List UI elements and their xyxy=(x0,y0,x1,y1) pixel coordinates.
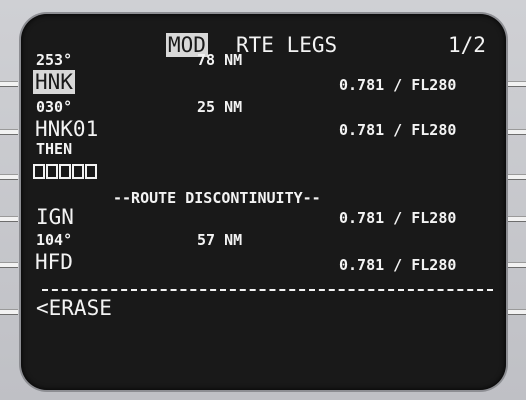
leg-1-speed-alt[interactable]: 0.781 / FL280 xyxy=(339,78,456,93)
entry-box xyxy=(46,164,58,179)
erase-button[interactable]: <ERASE xyxy=(36,298,112,319)
entry-box xyxy=(33,164,45,179)
leg-5-speed-alt[interactable]: 0.781 / FL280 xyxy=(339,258,456,273)
leg-2-course: 030° xyxy=(36,98,73,116)
leg-5-waypoint[interactable]: HFD xyxy=(35,252,73,273)
lsk-right-5[interactable] xyxy=(508,262,526,268)
lsk-left-4[interactable] xyxy=(0,216,18,222)
lsk-left-1[interactable] xyxy=(0,81,18,87)
lsk-right-2[interactable] xyxy=(508,129,526,135)
lsk-left-6[interactable] xyxy=(0,309,18,315)
page-title: RTE LEGS xyxy=(236,33,338,57)
page-number: 1/2 xyxy=(448,33,486,57)
lsk-right-4[interactable] xyxy=(508,216,526,222)
route-discontinuity: --ROUTE DISCONTINUITY-- xyxy=(113,189,321,207)
leg-4-waypoint[interactable]: IGN xyxy=(36,207,74,228)
leg-4-speed-alt[interactable]: 0.781 / FL280 xyxy=(339,211,456,226)
leg-1-waypoint[interactable]: HNK xyxy=(33,70,75,94)
waypoint-entry-boxes[interactable] xyxy=(33,164,97,179)
leg-1-course: 253° xyxy=(36,51,73,69)
leg-1-waypoint-label: HNK xyxy=(33,70,75,94)
leg-2-distance: 25 NM xyxy=(197,98,243,116)
leg-4-distance: 57 NM xyxy=(197,231,243,249)
dashed-divider xyxy=(42,289,493,291)
then-label: THEN xyxy=(36,140,73,158)
lsk-left-5[interactable] xyxy=(0,262,18,268)
leg-4-course: 104° xyxy=(36,231,73,249)
lsk-right-3[interactable] xyxy=(508,174,526,180)
entry-box xyxy=(59,164,71,179)
lsk-right-6[interactable] xyxy=(508,309,526,315)
leg-2-speed-alt[interactable]: 0.781 / FL280 xyxy=(339,123,456,138)
entry-box xyxy=(72,164,84,179)
lsk-left-2[interactable] xyxy=(0,129,18,135)
leg-2-waypoint[interactable]: HNK01 xyxy=(35,119,98,140)
entry-box xyxy=(85,164,97,179)
leg-1-distance: 78 NM xyxy=(197,51,243,69)
lsk-right-1[interactable] xyxy=(508,81,526,87)
lsk-left-3[interactable] xyxy=(0,174,18,180)
